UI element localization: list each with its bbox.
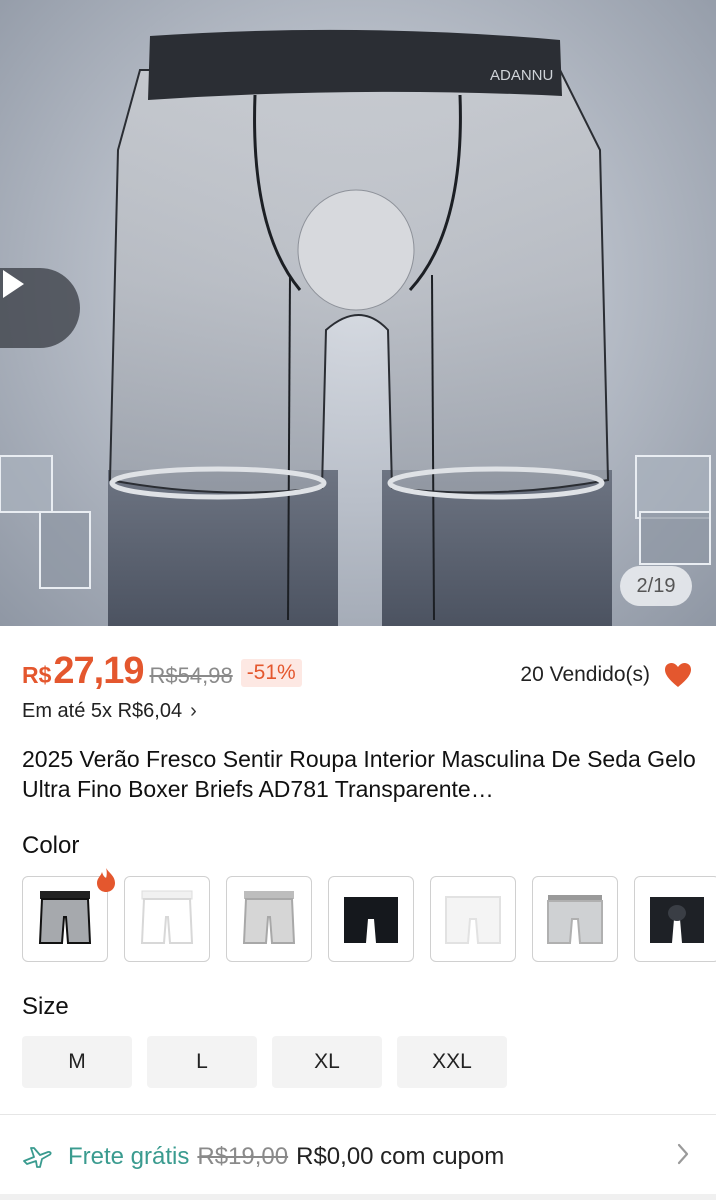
section-divider <box>0 1114 716 1115</box>
sheer-black-thumbnail <box>38 891 92 944</box>
color-swatches <box>22 868 716 962</box>
black-thumbnail <box>344 897 398 943</box>
product-title: 2025 Verão Fresco Sentir Roupa Interior … <box>22 746 696 802</box>
size-options: M L XL XXL <box>22 1036 507 1088</box>
hot-fire-icon <box>97 868 115 892</box>
product-photo: ADANNU <box>0 29 711 626</box>
airplane-icon <box>23 1147 52 1168</box>
play-icon <box>3 270 24 298</box>
color-swatch-gray-stripe[interactable] <box>532 876 618 962</box>
heart-icon[interactable] <box>664 662 692 688</box>
installment-info[interactable]: Em até 5x R$6,04 › <box>22 700 197 723</box>
chevron-right-icon <box>677 1143 689 1165</box>
brand-label: ADANNU <box>490 67 553 84</box>
color-swatch-black-solid[interactable] <box>634 876 716 962</box>
size-option-xl[interactable]: XL <box>272 1036 382 1088</box>
size-label: Size <box>22 993 69 1020</box>
shipping-old-price: R$19,00 <box>197 1143 289 1170</box>
color-swatch-white[interactable] <box>124 876 210 962</box>
black-solid-thumbnail <box>650 897 704 943</box>
chevron-right-icon: › <box>190 700 197 722</box>
discount-badge: -51% <box>240 659 302 687</box>
sold-count-row: 20 Vendido(s) <box>520 662 692 688</box>
price-row: R$ 27,19 R$54,98 -51% <box>22 650 302 698</box>
sheer-white-thumbnail <box>445 896 501 944</box>
image-counter: 2/19 <box>620 566 692 606</box>
gray-stripe-thumbnail <box>547 895 603 944</box>
color-swatch-sheer-black[interactable] <box>22 868 115 962</box>
current-price: 27,19 <box>53 650 144 692</box>
color-label: Color <box>22 832 80 859</box>
play-video-button[interactable] <box>0 268 80 348</box>
color-swatch-black[interactable] <box>328 876 414 962</box>
product-image[interactable]: ADANNU 2/19 <box>0 0 716 626</box>
light-gray-thumbnail <box>242 891 296 944</box>
shipping-new-price: R$0,00 com cupom <box>296 1143 505 1170</box>
size-option-xxl[interactable]: XXL <box>397 1036 507 1088</box>
installment-text: Em até 5x R$6,04 <box>22 700 183 722</box>
currency-symbol: R$ <box>22 662 52 688</box>
white-thumbnail <box>140 890 194 944</box>
bottom-separator <box>0 1194 716 1200</box>
color-swatch-light-gray[interactable] <box>226 876 312 962</box>
size-option-l[interactable]: L <box>147 1036 257 1088</box>
color-swatch-sheer-white[interactable] <box>430 876 516 962</box>
free-shipping-label: Frete grátis <box>68 1143 190 1170</box>
sold-count: 20 Vendido(s) <box>520 663 650 686</box>
original-price: R$54,98 <box>149 663 233 688</box>
size-option-m[interactable]: M <box>22 1036 132 1088</box>
shipping-row[interactable]: Frete grátis R$19,00 R$0,00 com cupom <box>22 1136 694 1178</box>
